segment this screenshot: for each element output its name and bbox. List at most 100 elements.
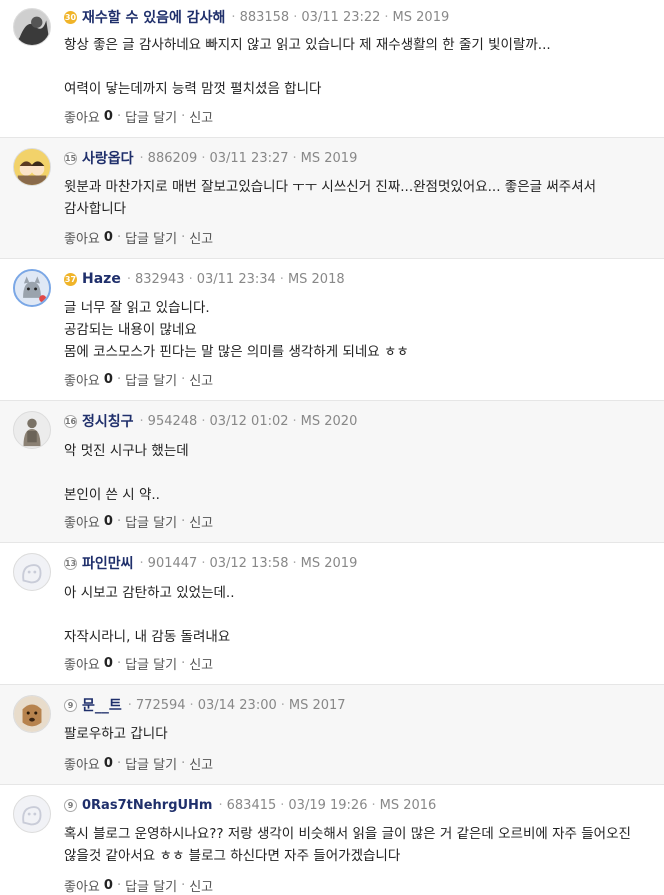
separator: · — [126, 271, 131, 287]
ms-badge: MS 2017 — [288, 697, 346, 713]
timestamp: 03/11 23:27 — [209, 150, 289, 166]
comment-item: 16 정시칭구 · 954248 · 03/12 01:02 · MS 2020… — [0, 401, 664, 543]
comment-meta: 37 Haze · 832943 · 03/11 23:34 · MS 2018 — [64, 269, 345, 289]
comment-body: 윗분과 마찬가지로 매번 잘보고있습니다 ㅜㅜ 시쓰신거 진짜...완점멋있어요… — [64, 179, 601, 217]
user-id: 683415 — [226, 797, 277, 813]
separator: · — [292, 413, 297, 429]
nickname-link[interactable]: 0Ras7tNehrgUHm — [82, 798, 212, 813]
like-button[interactable]: 좋아요 — [64, 228, 100, 247]
like-count: 0 — [103, 877, 113, 893]
comment-actions: 좋아요 0 · 답글 달기 · 신고 — [64, 227, 213, 247]
reply-button[interactable]: 답글 달기 — [125, 107, 177, 126]
like-button[interactable]: 좋아요 — [64, 754, 100, 773]
reply-button[interactable]: 답글 달기 — [125, 512, 177, 531]
timestamp: 03/19 19:26 — [288, 797, 368, 813]
avatar[interactable] — [13, 795, 51, 833]
separator: · — [201, 150, 206, 166]
user-id: 901447 — [147, 555, 198, 571]
ms-badge: MS 2019 — [300, 555, 358, 571]
like-count: 0 — [103, 371, 113, 387]
separator: · — [279, 271, 284, 287]
user-id: 886209 — [147, 150, 198, 166]
report-button[interactable]: 신고 — [189, 512, 213, 531]
user-id: 772594 — [135, 697, 186, 713]
comment-meta: 9 0Ras7tNehrgUHm · 683415 · 03/19 19:26 … — [64, 795, 436, 815]
avatar[interactable] — [13, 269, 51, 307]
level-badge: 37 — [64, 272, 77, 286]
separator: · — [116, 108, 122, 124]
timestamp: 03/11 23:34 — [196, 271, 276, 287]
separator: · — [201, 555, 206, 571]
report-button[interactable]: 신고 — [189, 754, 213, 773]
separator: · — [181, 108, 186, 124]
report-button[interactable]: 신고 — [189, 876, 213, 895]
ms-badge: MS 2019 — [392, 9, 450, 25]
reply-button[interactable]: 답글 달기 — [125, 370, 177, 389]
level-badge: 13 — [64, 556, 77, 570]
avatar[interactable] — [13, 411, 51, 449]
separator: · — [116, 371, 122, 387]
reply-button[interactable]: 답글 달기 — [125, 654, 177, 673]
like-button[interactable]: 좋아요 — [64, 107, 100, 126]
reply-button[interactable]: 답글 달기 — [125, 754, 177, 773]
comment-meta: 30 재수할 수 있음에 감사해 · 883158 · 03/11 23:22 … — [64, 7, 449, 27]
level-badge: 30 — [64, 10, 77, 24]
separator: · — [127, 697, 132, 713]
reply-button[interactable]: 답글 달기 — [125, 876, 177, 895]
comment-meta: 16 정시칭구 · 954248 · 03/12 01:02 · MS 2020 — [64, 411, 357, 431]
report-button[interactable]: 신고 — [189, 107, 213, 126]
like-button[interactable]: 좋아요 — [64, 876, 100, 895]
comment-actions: 좋아요 0 · 답글 달기 · 신고 — [64, 753, 213, 773]
timestamp: 03/12 13:58 — [209, 555, 289, 571]
like-button[interactable]: 좋아요 — [64, 654, 100, 673]
report-button[interactable]: 신고 — [189, 370, 213, 389]
level-badge: 9 — [64, 698, 77, 712]
level-badge: 15 — [64, 151, 77, 165]
separator: · — [292, 150, 297, 166]
user-id: 954248 — [147, 413, 198, 429]
avatar[interactable] — [13, 553, 51, 591]
comment-actions: 좋아요 0 · 답글 달기 · 신고 — [64, 511, 213, 531]
comment-item: 13 파인만씨 · 901447 · 03/12 13:58 · MS 2019… — [0, 543, 664, 685]
like-count: 0 — [103, 513, 113, 529]
separator: · — [116, 513, 122, 529]
comment-item: 9 0Ras7tNehrgUHm · 683415 · 03/19 19:26 … — [0, 785, 664, 895]
separator: · — [280, 797, 285, 813]
avatar[interactable] — [13, 8, 51, 46]
nickname-link[interactable]: 재수할 수 있음에 감사해 — [82, 7, 225, 27]
avatar[interactable] — [13, 695, 51, 733]
separator: · — [181, 877, 186, 893]
separator: · — [116, 229, 122, 245]
user-id: 883158 — [239, 9, 290, 25]
separator: · — [384, 9, 389, 25]
ms-badge: MS 2018 — [287, 271, 345, 287]
comment-meta: 15 사랑옵다 · 886209 · 03/11 23:27 · MS 2019 — [64, 148, 357, 168]
like-button[interactable]: 좋아요 — [64, 512, 100, 531]
ms-badge: MS 2016 — [379, 797, 437, 813]
separator: · — [231, 9, 236, 25]
report-button[interactable]: 신고 — [189, 228, 213, 247]
nickname-link[interactable]: 사랑옵다 — [82, 148, 134, 168]
comment-body: 글 너무 잘 읽고 있습니다. 공감되는 내용이 많네요 몸에 코스모스가 핀다… — [64, 300, 409, 360]
nickname-link[interactable]: 문__트 — [82, 695, 122, 715]
separator: · — [293, 9, 298, 25]
timestamp: 03/11 23:22 — [301, 9, 381, 25]
separator: · — [181, 755, 186, 771]
nickname-link[interactable]: 정시칭구 — [82, 411, 134, 431]
separator: · — [116, 877, 122, 893]
nickname-link[interactable]: Haze — [82, 271, 121, 287]
separator: · — [139, 555, 144, 571]
ms-badge: MS 2019 — [300, 150, 358, 166]
like-button[interactable]: 좋아요 — [64, 370, 100, 389]
separator: · — [139, 150, 144, 166]
separator: · — [116, 755, 122, 771]
like-count: 0 — [103, 755, 113, 771]
avatar[interactable] — [13, 148, 51, 186]
user-id: 832943 — [134, 271, 185, 287]
reply-button[interactable]: 답글 달기 — [125, 228, 177, 247]
like-count: 0 — [103, 229, 113, 245]
separator: · — [280, 697, 285, 713]
nickname-link[interactable]: 파인만씨 — [82, 553, 134, 573]
report-button[interactable]: 신고 — [189, 654, 213, 673]
like-count: 0 — [103, 655, 113, 671]
